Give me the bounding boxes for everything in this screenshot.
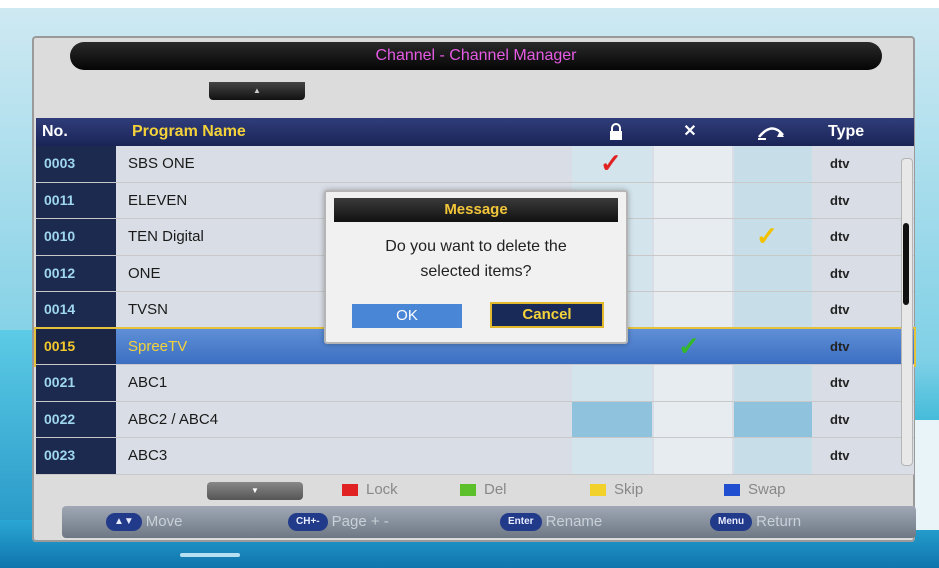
ok-button[interactable]: OK bbox=[352, 304, 462, 328]
skip-icon bbox=[752, 118, 792, 146]
scrollbar[interactable] bbox=[901, 158, 913, 466]
channel-number: 0003 bbox=[36, 146, 116, 182]
legend-label: Del bbox=[484, 481, 507, 498]
delete-cell bbox=[654, 146, 732, 182]
program-name: ABC3 bbox=[128, 447, 168, 464]
channel-number: 0015 bbox=[36, 328, 116, 364]
skip-cell bbox=[734, 146, 812, 182]
delete-cell bbox=[654, 401, 732, 437]
dialog-message-line: selected items? bbox=[420, 263, 532, 280]
delete-cell bbox=[654, 182, 732, 218]
skip-cell bbox=[734, 182, 812, 218]
table-row[interactable]: 0023 ABC3 dtv bbox=[36, 438, 914, 475]
delete-confirm-dialog: Message Do you want to delete the select… bbox=[324, 190, 628, 344]
delete-cell bbox=[654, 292, 732, 328]
legend-lock: Lock bbox=[342, 480, 398, 500]
channel-number: 0021 bbox=[36, 365, 116, 401]
program-name: TVSN bbox=[128, 301, 169, 318]
legend-label: Lock bbox=[366, 481, 398, 498]
program-name: ELEVEN bbox=[128, 191, 188, 209]
hint-label: Return bbox=[756, 513, 802, 530]
skip-cell bbox=[734, 401, 812, 437]
dialog-message-line: Do you want to delete the bbox=[385, 238, 567, 255]
delete-cell bbox=[654, 219, 732, 255]
channel-type: dtv bbox=[830, 156, 850, 171]
program-name: SpreeTV bbox=[128, 337, 188, 355]
header-type: Type bbox=[828, 123, 865, 140]
skip-check-icon: ✓ bbox=[756, 221, 778, 251]
table-row[interactable]: 0022 ABC2 / ABC4 dtv bbox=[36, 401, 914, 438]
channel-type: dtv bbox=[830, 375, 850, 390]
delete-check-icon: ✓ bbox=[678, 330, 700, 361]
channel-type: dtv bbox=[830, 192, 850, 208]
channel-number: 0011 bbox=[36, 182, 116, 218]
cancel-button[interactable]: Cancel bbox=[490, 302, 604, 328]
channel-keys-icon: CH+- bbox=[288, 513, 328, 532]
scroll-up-button[interactable]: ▲ bbox=[209, 82, 305, 100]
program-name: ONE bbox=[128, 264, 161, 282]
hint-label: Move bbox=[145, 513, 183, 530]
channel-type: dtv bbox=[830, 338, 850, 354]
channel-type: dtv bbox=[830, 302, 850, 317]
channel-number: 0022 bbox=[36, 401, 116, 437]
scrollbar-thumb[interactable] bbox=[903, 223, 909, 305]
hint-label: Rename bbox=[545, 513, 603, 530]
channel-type: dtv bbox=[830, 411, 850, 427]
program-name: TEN Digital bbox=[128, 228, 204, 245]
dialog-title: Message bbox=[334, 198, 618, 222]
delete-cell bbox=[654, 255, 732, 291]
header-program-name: Program Name bbox=[132, 123, 246, 140]
delete-cell bbox=[654, 438, 732, 474]
scroll-down-button[interactable]: ▼ bbox=[207, 482, 303, 500]
menu-key-icon: Menu bbox=[710, 513, 753, 532]
dialog-message: Do you want to delete the selected items… bbox=[326, 234, 626, 284]
program-name: SBS ONE bbox=[128, 155, 195, 172]
legend-label: Swap bbox=[748, 481, 786, 498]
channel-number: 0023 bbox=[36, 438, 116, 474]
lock-check-icon: ✓ bbox=[600, 148, 622, 178]
delete-icon: ✕ bbox=[683, 123, 697, 140]
channel-number: 0010 bbox=[36, 219, 116, 255]
table-row[interactable]: 0003 SBS ONE ✓ dtv bbox=[36, 146, 914, 183]
header-no: No. bbox=[42, 123, 68, 140]
background-streak bbox=[180, 553, 240, 557]
yellow-swatch-icon bbox=[590, 484, 606, 497]
table-header: No. Program Name ✕ Type bbox=[36, 118, 914, 146]
green-swatch-icon bbox=[460, 484, 476, 497]
program-name: ABC1 bbox=[128, 374, 168, 391]
delete-cell bbox=[654, 365, 732, 401]
program-name: ABC2 / ABC4 bbox=[128, 410, 219, 428]
window-title: Channel - Channel Manager bbox=[70, 42, 882, 70]
hint-page: CH+- Page + - bbox=[288, 506, 389, 538]
legend-skip: Skip bbox=[590, 480, 643, 500]
channel-type: dtv bbox=[830, 229, 850, 244]
skip-cell bbox=[734, 438, 812, 474]
table-row[interactable]: 0021 ABC1 dtv bbox=[36, 365, 914, 402]
channel-type: dtv bbox=[830, 265, 850, 281]
legend-label: Skip bbox=[614, 481, 644, 498]
arrow-keys-icon: ▲▼ bbox=[106, 513, 142, 532]
channel-number: 0014 bbox=[36, 292, 116, 328]
blue-swatch-icon bbox=[724, 484, 740, 497]
channel-type: dtv bbox=[830, 448, 850, 463]
channel-number: 0012 bbox=[36, 255, 116, 291]
lock-cell bbox=[572, 365, 652, 401]
red-swatch-icon bbox=[342, 484, 358, 497]
skip-cell bbox=[734, 255, 812, 291]
background-edge bbox=[915, 420, 939, 530]
legend-del: Del bbox=[460, 480, 507, 500]
legend-swap: Swap bbox=[724, 480, 786, 500]
hint-label: Page + - bbox=[331, 513, 389, 530]
skip-cell bbox=[734, 365, 812, 401]
skip-cell bbox=[734, 292, 812, 328]
hint-move: ▲▼ Move bbox=[106, 506, 182, 538]
lock-cell bbox=[572, 438, 652, 474]
enter-key-icon: Enter bbox=[500, 513, 542, 532]
lock-cell bbox=[572, 401, 652, 437]
hint-return: Menu Return bbox=[710, 506, 801, 538]
hint-rename: Enter Rename bbox=[500, 506, 602, 538]
lock-icon bbox=[606, 118, 626, 146]
footer-hints: ▲▼ Move CH+- Page + - Enter Rename Menu Retu… bbox=[62, 506, 916, 538]
legend: Lock Del Skip Swap bbox=[342, 480, 842, 500]
